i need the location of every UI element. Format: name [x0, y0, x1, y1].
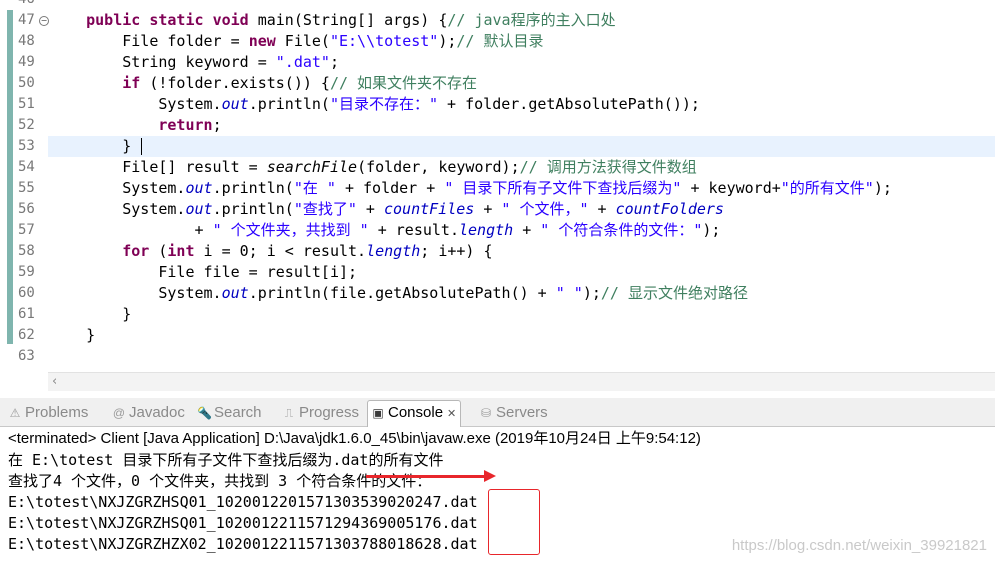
line-number: 62: [18, 327, 35, 343]
code-line[interactable]: 60 System.out.println(file.getAbsolutePa…: [0, 283, 995, 304]
line-number: 50: [18, 75, 35, 91]
code-line[interactable]: 57 + " 个文件夹，共找到 " + result.length + " 个符…: [0, 220, 995, 241]
console-output-line: E:\totest\NXJZGRZHZX02_10200122115713037…: [8, 535, 478, 553]
code-text[interactable]: public static void main(String[] args) {…: [50, 10, 615, 31]
code-line[interactable]: 50 if (!folder.exists()) {// 如果文件夹不存在: [0, 73, 995, 94]
code-line[interactable]: 47− public static void main(String[] arg…: [0, 10, 995, 31]
annotation-underline: [366, 475, 490, 478]
code-line[interactable]: 46: [0, 0, 995, 10]
line-number: 63: [18, 348, 35, 364]
tab-label: Progress: [299, 404, 360, 421]
tab-search[interactable]: 🔦 Search: [197, 402, 262, 424]
line-number: 49: [18, 54, 35, 70]
code-line[interactable]: 51 System.out.println("目录不存在：" + folder.…: [0, 94, 995, 115]
console-icon: ▣: [372, 406, 384, 420]
line-number: 59: [18, 264, 35, 280]
annotation-box: [488, 489, 540, 555]
console-output-line: E:\totest\NXJZGRZHSQ01_10200122115712943…: [8, 514, 478, 532]
tab-problems[interactable]: ⚠ Problems: [8, 402, 89, 424]
code-text[interactable]: System.out.println("查找了" + countFiles + …: [50, 199, 724, 220]
search-icon: 🔦: [197, 406, 212, 420]
annotation-arrow-icon: [484, 470, 496, 482]
tab-javadoc[interactable]: @ Javadoc: [112, 402, 185, 424]
line-number: 48: [18, 33, 35, 49]
fold-toggle-icon[interactable]: −: [39, 16, 49, 26]
code-editor[interactable]: 4647− public static void main(String[] a…: [0, 0, 995, 372]
scroll-left-icon[interactable]: ‹: [52, 374, 57, 389]
code-line[interactable]: 62 }: [0, 325, 995, 346]
code-text[interactable]: File folder = new File("E:\\totest");// …: [50, 31, 543, 52]
tab-label: Javadoc: [129, 404, 185, 421]
code-text[interactable]: }: [50, 325, 95, 346]
tab-label: Search: [214, 404, 262, 421]
tab-servers[interactable]: ⛁ Servers: [479, 402, 548, 424]
tab-progress[interactable]: ⎍ Progress: [282, 402, 359, 424]
console-output-line: 在 E:\totest 目录下所有子文件下查找后缀为.dat的所有文件: [8, 451, 444, 469]
code-line[interactable]: 54 File[] result = searchFile(folder, ke…: [0, 157, 995, 178]
tab-label: Console: [388, 404, 444, 421]
servers-icon: ⛁: [480, 406, 492, 420]
line-number: 54: [18, 159, 35, 175]
code-text[interactable]: }: [50, 136, 131, 157]
console-output-line: E:\totest\NXJZGRZHSQ01_10200122015713035…: [8, 493, 478, 511]
line-number: 52: [18, 117, 35, 133]
code-text[interactable]: + " 个文件夹，共找到 " + result.length + " 个符合条件…: [50, 220, 720, 241]
code-text[interactable]: File file = result[i];: [50, 262, 357, 283]
code-line[interactable]: 56 System.out.println("查找了" + countFiles…: [0, 199, 995, 220]
line-number: 61: [18, 306, 35, 322]
javadoc-icon: @: [112, 406, 126, 420]
line-number: 53: [18, 138, 35, 154]
line-number: 60: [18, 285, 35, 301]
code-line[interactable]: 59 File file = result[i];: [0, 262, 995, 283]
problems-icon: ⚠: [9, 406, 21, 420]
code-text[interactable]: }: [50, 304, 131, 325]
horizontal-scrollbar[interactable]: ‹: [48, 372, 995, 391]
progress-icon: ⎍: [284, 406, 294, 420]
text-cursor: [141, 138, 142, 155]
tab-console[interactable]: ▣ Console ✕: [367, 400, 462, 427]
line-number: 57: [18, 222, 35, 238]
code-line[interactable]: 52 return;: [0, 115, 995, 136]
code-text[interactable]: System.out.println("目录不存在：" + folder.get…: [50, 94, 700, 115]
code-text[interactable]: String keyword = ".dat";: [50, 52, 339, 73]
code-text[interactable]: System.out.println("在 " + folder + " 目录下…: [50, 178, 892, 199]
view-tab-bar: ⚠ Problems @ Javadoc 🔦 Search ⎍ Progress ▣ Consol…: [0, 398, 995, 427]
code-text[interactable]: File[] result = searchFile(folder, keywo…: [50, 157, 696, 178]
code-line[interactable]: 49 String keyword = ".dat";: [0, 52, 995, 73]
tab-label: Servers: [496, 404, 548, 421]
line-number: 56: [18, 201, 35, 217]
console-view[interactable]: <terminated> Client [Java Application] D…: [0, 427, 995, 565]
code-line[interactable]: 63: [0, 346, 995, 367]
line-number: 46: [18, 0, 42, 10]
code-line[interactable]: 61 }: [0, 304, 995, 325]
code-line[interactable]: 55 System.out.println("在 " + folder + " …: [0, 178, 995, 199]
code-text[interactable]: if (!folder.exists()) {// 如果文件夹不存在: [50, 73, 477, 94]
code-line[interactable]: 48 File folder = new File("E:\\totest");…: [0, 31, 995, 52]
line-number: 58: [18, 243, 35, 259]
code-text[interactable]: return;: [50, 115, 221, 136]
console-status-line: <terminated> Client [Java Application] D…: [8, 430, 701, 447]
code-line[interactable]: 53 }: [0, 136, 995, 157]
line-number: 55: [18, 180, 35, 196]
close-icon[interactable]: ✕: [447, 408, 456, 420]
tab-label: Problems: [25, 404, 89, 421]
watermark: https://blog.csdn.net/weixin_39921821: [731, 537, 987, 554]
code-line[interactable]: 58 for (int i = 0; i < result.length; i+…: [0, 241, 995, 262]
line-number: 51: [18, 96, 35, 112]
code-text[interactable]: System.out.println(file.getAbsolutePath(…: [50, 283, 748, 304]
code-text[interactable]: for (int i = 0; i < result.length; i++) …: [50, 241, 492, 262]
